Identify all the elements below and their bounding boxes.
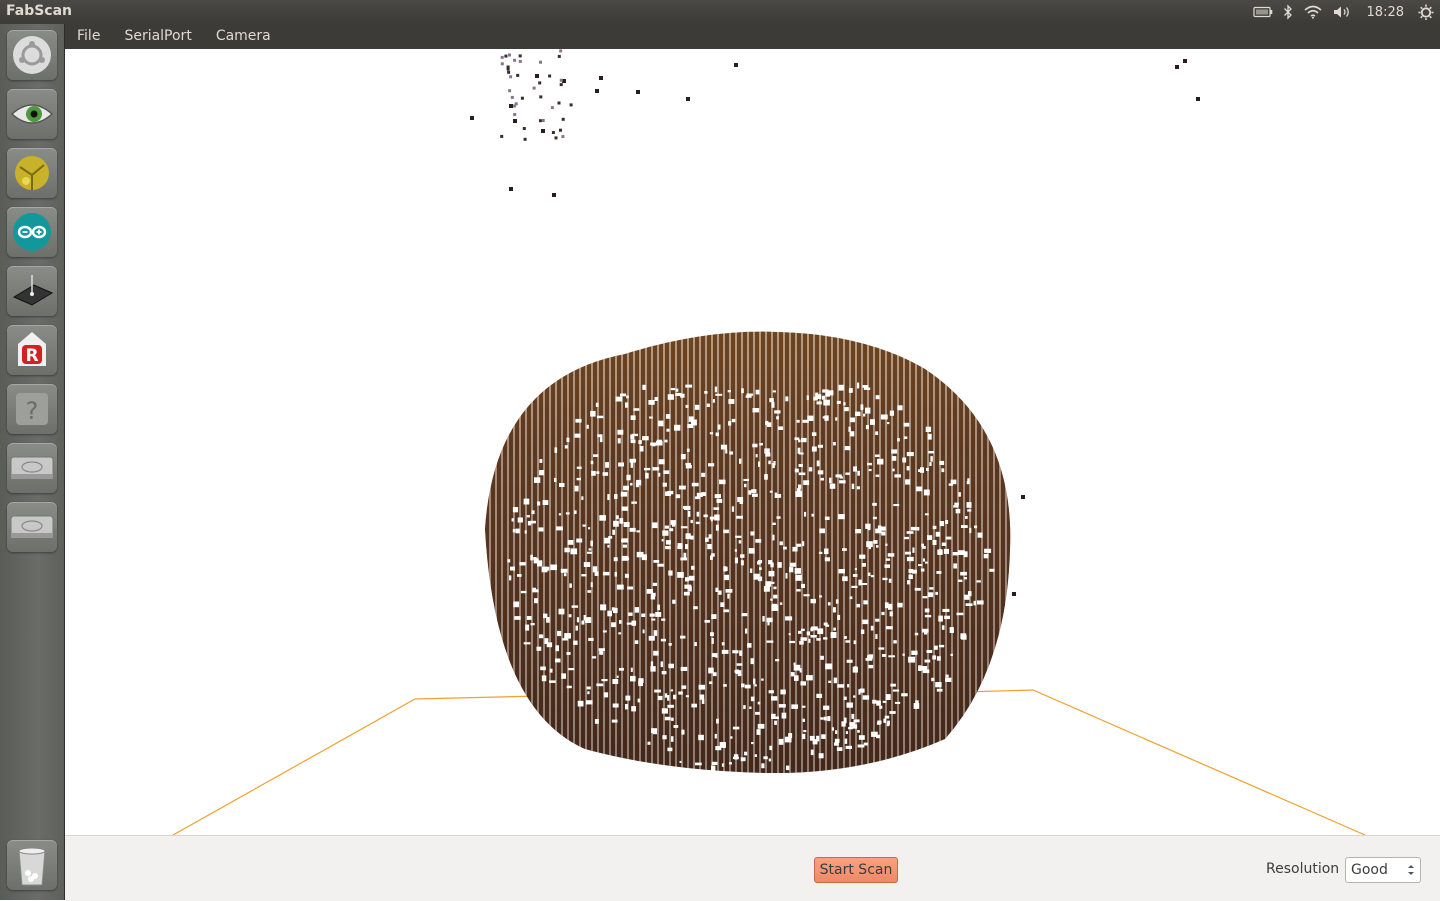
- svg-text:?: ?: [26, 397, 39, 425]
- eye-app-icon[interactable]: [7, 89, 57, 139]
- menu-file[interactable]: File: [65, 24, 112, 49]
- top-panel: FabScan 18:28: [0, 0, 1440, 24]
- r-app-icon[interactable]: R: [7, 325, 57, 375]
- help-icon[interactable]: ?: [7, 384, 57, 434]
- ubuntu-dash-icon[interactable]: [7, 30, 57, 80]
- drive-icon[interactable]: [7, 443, 57, 493]
- arduino-icon[interactable]: [7, 207, 57, 257]
- resolution-select[interactable]: Good: [1345, 857, 1421, 883]
- point-cloud: [485, 331, 1011, 774]
- spinner-arrows-icon: [1408, 865, 1414, 875]
- platform-outline: [962, 689, 1366, 835]
- trash-icon[interactable]: [7, 840, 57, 890]
- scanner-device-icon[interactable]: [7, 266, 57, 316]
- menu-bar: File SerialPort Camera: [65, 24, 1440, 49]
- app-title: FabScan: [6, 3, 73, 19]
- platform-outline: [172, 695, 541, 835]
- menu-camera[interactable]: Camera: [204, 24, 283, 49]
- 3d-viewport[interactable]: [65, 49, 1440, 835]
- control-bar: Start Scan Resolution Good: [65, 835, 1440, 901]
- menu-serialport[interactable]: SerialPort: [112, 24, 203, 49]
- 3d-viewer-icon[interactable]: [7, 148, 57, 198]
- start-scan-button[interactable]: Start Scan: [814, 857, 898, 883]
- clock[interactable]: 18:28: [1367, 5, 1404, 20]
- wifi-icon[interactable]: [1303, 5, 1323, 19]
- resolution-label: Resolution: [1266, 861, 1340, 877]
- point-cloud-scene: [172, 49, 1366, 835]
- power-icon[interactable]: [1418, 4, 1434, 20]
- bluetooth-icon[interactable]: [1283, 4, 1293, 20]
- svg-text:R: R: [25, 346, 38, 366]
- battery-icon[interactable]: [1252, 6, 1273, 18]
- drive-icon[interactable]: [7, 502, 57, 552]
- resolution-value: Good: [1351, 862, 1388, 878]
- volume-icon[interactable]: [1333, 5, 1353, 19]
- launcher: R ?: [0, 24, 65, 900]
- indicator-area: 18:28: [1252, 0, 1434, 24]
